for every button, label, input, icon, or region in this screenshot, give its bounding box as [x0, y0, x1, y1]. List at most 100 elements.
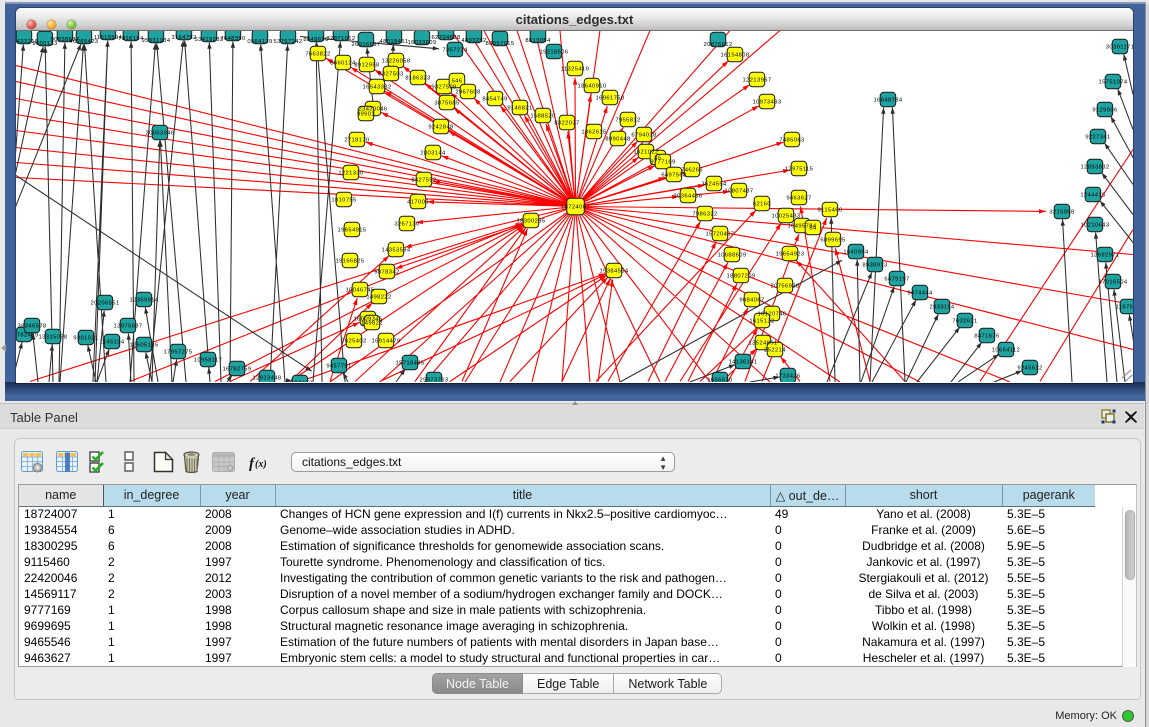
svg-text:10046745: 10046745	[346, 288, 375, 294]
svg-text:0564139: 0564139	[247, 39, 272, 45]
svg-text:53419283: 53419283	[195, 37, 224, 43]
svg-text:20364436: 20364436	[674, 194, 703, 200]
svg-text:26916697: 26916697	[352, 42, 381, 48]
svg-text:7648350: 7648350	[220, 36, 245, 42]
svg-text:19218506: 19218506	[540, 50, 569, 56]
svg-text:13975887: 13975887	[114, 324, 143, 330]
svg-text:13524851: 13524851	[749, 341, 778, 347]
svg-text:9245612: 9245612	[1017, 366, 1042, 372]
svg-text:12505135: 12505135	[130, 343, 159, 349]
svg-text:18300295: 18300295	[517, 219, 546, 225]
svg-text:7485063: 7485063	[779, 138, 804, 144]
svg-text:1733426: 1733426	[775, 374, 800, 380]
svg-text:18724007: 18724007	[561, 205, 590, 211]
svg-text:3875685: 3875685	[434, 101, 459, 107]
svg-text:2933114: 2933114	[930, 305, 955, 311]
svg-text:7663822: 7663822	[305, 52, 330, 58]
svg-text:2967608: 2967608	[455, 90, 480, 96]
svg-text:9327503: 9327503	[378, 72, 403, 78]
svg-text:6479197: 6479197	[884, 277, 909, 283]
svg-text:20756928: 20756928	[771, 284, 800, 290]
svg-text:8990448: 8990448	[605, 137, 630, 143]
svg-text:1640954: 1640954	[843, 250, 869, 256]
svg-text:1615132: 1615132	[749, 319, 774, 325]
svg-text:13226058: 13226058	[382, 59, 411, 65]
svg-text:3267130: 3267130	[394, 222, 419, 228]
svg-text:95931034: 95931034	[142, 38, 171, 44]
svg-text:10807487: 10807487	[725, 189, 754, 195]
svg-text:8471676: 8471676	[974, 334, 999, 340]
svg-text:10973493: 10973493	[753, 100, 782, 106]
svg-text:11325419: 11325419	[561, 67, 590, 73]
svg-text:7955812: 7955812	[615, 118, 640, 124]
svg-text:38346578: 38346578	[18, 324, 47, 330]
svg-text:22782489: 22782489	[16, 333, 39, 339]
svg-text:9129906: 9129906	[1092, 108, 1117, 114]
svg-text:417006: 417006	[407, 200, 429, 206]
svg-text:5878342: 5878342	[374, 270, 399, 276]
svg-text:48018451: 48018451	[380, 39, 409, 45]
svg-text:1221330: 1221330	[338, 171, 363, 177]
svg-text:8454749: 8454749	[482, 97, 507, 103]
svg-text:9327508: 9327508	[431, 85, 456, 91]
svg-text:3624554: 3624554	[701, 182, 727, 188]
svg-text:14136141: 14136141	[729, 360, 758, 366]
svg-text:20206551: 20206551	[91, 301, 120, 307]
svg-text:12923448: 12923448	[253, 376, 282, 382]
svg-text:6899695: 6899695	[820, 238, 845, 244]
svg-text:4893252: 4893252	[461, 38, 486, 44]
svg-text:10025433: 10025433	[772, 214, 801, 220]
svg-text:16782759: 16782759	[223, 367, 252, 373]
svg-text:8912958: 8912958	[354, 63, 379, 69]
svg-text:14353594: 14353594	[382, 248, 411, 254]
svg-text:2803144: 2803144	[420, 151, 446, 157]
svg-text:8186323: 8186323	[405, 76, 430, 82]
svg-text:8660124: 8660124	[330, 61, 356, 67]
svg-text:9474444: 9474444	[907, 291, 933, 297]
svg-text:546: 546	[452, 79, 463, 85]
svg-text:20876612: 20876612	[704, 42, 733, 48]
svg-text:30391171: 30391171	[1106, 45, 1133, 51]
svg-text:19384554: 19384554	[600, 269, 629, 275]
svg-text:9115460: 9115460	[818, 208, 843, 214]
svg-text:10688609: 10688609	[718, 253, 747, 259]
svg-text:84: 84	[809, 226, 817, 232]
svg-text:8427552: 8427552	[411, 178, 436, 184]
svg-text:9227341: 9227341	[1085, 135, 1110, 141]
svg-text:19654923: 19654923	[776, 252, 805, 258]
svg-text:2718170: 2718170	[344, 138, 369, 144]
svg-text:3215958: 3215958	[1049, 210, 1074, 216]
svg-text:9457791: 9457791	[326, 364, 351, 370]
svg-text:99901: 99901	[357, 112, 375, 118]
svg-text:19166825: 19166825	[336, 259, 365, 265]
svg-text:9777169: 9777169	[650, 160, 675, 166]
svg-text:149822: 149822	[361, 321, 383, 327]
svg-text:17957275: 17957275	[164, 350, 193, 356]
svg-text:10654112: 10654112	[992, 348, 1021, 354]
svg-text:16154808: 16154808	[721, 53, 750, 59]
svg-text:(x): (x)	[255, 459, 267, 470]
svg-text:9463627: 9463627	[786, 196, 811, 202]
svg-text:1588520: 1588520	[530, 114, 555, 120]
svg-text:1244415: 1244415	[1080, 193, 1105, 199]
svg-text:16648784: 16648784	[874, 98, 903, 104]
svg-text:8322037: 8322037	[554, 121, 579, 127]
svg-text:3164752: 3164752	[171, 35, 196, 41]
svg-text:16120746: 16120746	[758, 312, 787, 318]
svg-text:13315098: 13315098	[39, 335, 68, 341]
svg-text:62160: 62160	[753, 202, 771, 208]
svg-text:12975115: 12975115	[785, 167, 814, 173]
svg-text:29973763: 29973763	[420, 378, 449, 383]
svg-text:13692971: 13692971	[1091, 253, 1120, 259]
svg-text:6794028: 6794028	[631, 133, 656, 139]
svg-text:9301031: 9301031	[73, 336, 98, 342]
svg-text:7986322: 7986322	[692, 212, 717, 218]
svg-text:1145194: 1145194	[100, 340, 125, 346]
svg-text:17016504: 17016504	[1099, 280, 1128, 286]
svg-text:9242848: 9242848	[428, 125, 453, 131]
svg-text:16543382: 16543382	[363, 85, 392, 91]
svg-text:18807209: 18807209	[727, 274, 756, 280]
svg-text:62704828: 62704828	[432, 35, 461, 41]
svg-text:1656670: 1656670	[707, 378, 732, 383]
svg-text:12359914: 12359914	[130, 298, 159, 304]
